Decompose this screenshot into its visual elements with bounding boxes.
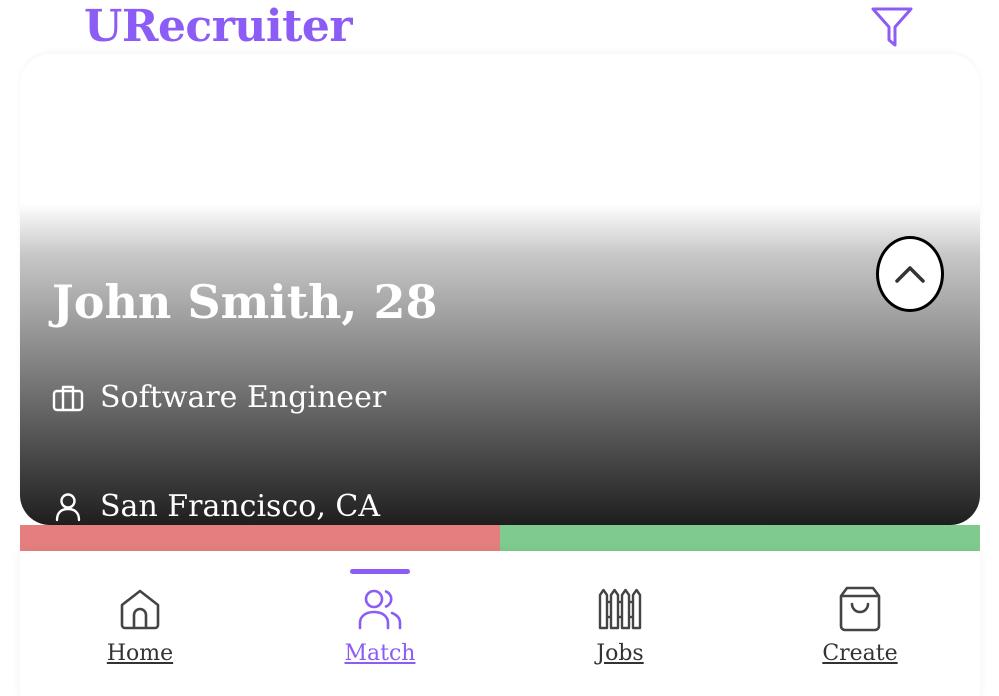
location-row: San Francisco, CA [52,487,380,525]
expand-details-button[interactable] [876,236,944,312]
filter-button[interactable] [866,2,918,52]
chevron-up-icon [895,266,925,283]
nav-item-match[interactable]: Match [260,551,500,696]
nav-item-home[interactable]: Home [20,551,260,696]
bottom-nav: Home Match Jobs Create [20,551,980,696]
nav-label-home[interactable]: Home [20,639,260,669]
users-icon [356,585,404,633]
filter-icon [871,7,913,47]
fence-icon [596,585,644,633]
job-title-row: Software Engineer [52,378,386,418]
nav-item-create[interactable]: Create [740,551,980,696]
app-header: URecruiter [0,0,999,54]
candidate-name-age: John Smith, 28 [52,275,438,329]
home-icon [116,585,164,633]
location: San Francisco, CA [100,489,381,524]
nav-label-create[interactable]: Create [740,639,980,669]
job-title: Software Engineer [100,380,387,415]
user-icon [52,491,84,523]
accept-bar[interactable] [500,525,980,551]
active-tab-indicator [350,569,410,574]
nav-label-match[interactable]: Match [260,639,500,669]
shopping-bag-icon [836,585,884,633]
nav-label-jobs[interactable]: Jobs [500,639,740,669]
app-screen: URecruiter John Smith, 28 Software Engin… [0,0,999,696]
reject-bar[interactable] [20,525,500,551]
app-title: URecruiter [84,1,353,52]
candidate-card[interactable]: John Smith, 28 Software Engineer San Fra… [20,54,980,525]
briefcase-icon [52,382,84,414]
nav-item-jobs[interactable]: Jobs [500,551,740,696]
